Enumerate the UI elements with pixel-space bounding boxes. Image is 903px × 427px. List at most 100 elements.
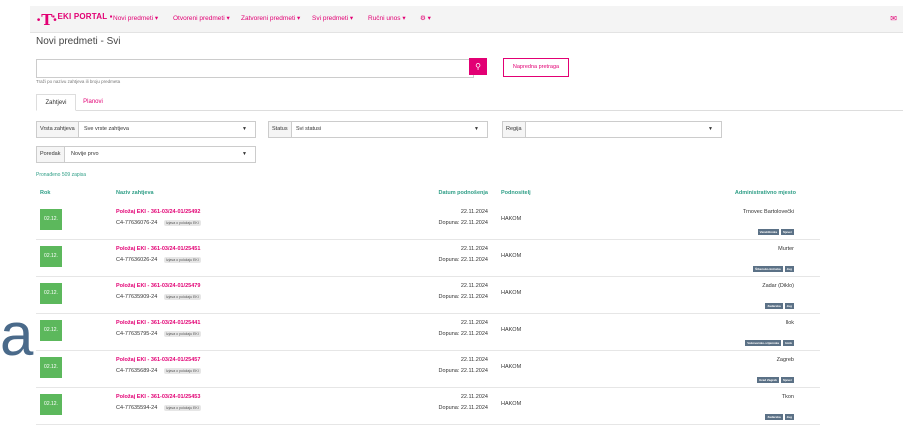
- search-button[interactable]: ⚲: [469, 58, 487, 75]
- results-count: Pronađeno 509 zapisa: [36, 172, 87, 178]
- supplement-date: Dopuna: 22.11.2024: [438, 257, 488, 263]
- submitter: HAKOM: [501, 401, 522, 407]
- request-link[interactable]: Položaj EKI - 361-03/24-01/25451: [116, 246, 200, 252]
- county-badge: Vukovarsko-srijemska: [745, 340, 781, 346]
- tab-zahtjevi[interactable]: Zahtjevi: [36, 94, 76, 111]
- request-type-tag: Izjava o položaju EKI: [164, 405, 201, 411]
- deadline-badge: 02.12.: [40, 283, 62, 304]
- region-badge: Sjever: [780, 377, 794, 383]
- caret-down-icon: ▼: [708, 126, 713, 132]
- tab-planovi[interactable]: Planovi: [76, 94, 110, 109]
- filter-label: Poredak: [37, 147, 65, 162]
- request-code: C4-77636076-24: [116, 220, 158, 226]
- admin-place: Ilok: [785, 320, 794, 326]
- filter-regija[interactable]: Regija ▼: [502, 121, 722, 138]
- menu-zatvoreni-predmeti[interactable]: Zatvoreni predmeti ▾: [241, 14, 300, 22]
- filter-vrsta-zahtjeva[interactable]: Vrsta zahtjeva Sve vrste zahtjeva ▼: [36, 121, 256, 138]
- submit-date: 22.11.2024: [460, 283, 488, 289]
- filter-value: Svi statusi: [296, 126, 322, 132]
- region-badge: Istok: [782, 340, 794, 346]
- filter-poredak[interactable]: Poredak Novije prvo ▼: [36, 146, 256, 163]
- col-header-podnositelj[interactable]: Podnositelj: [501, 190, 531, 196]
- table-row[interactable]: 02.12. Položaj EKI - 361-03/24-01/25453 …: [36, 387, 820, 425]
- deadline-badge: 02.12.: [40, 357, 62, 378]
- filter-value: Novije prvo: [71, 151, 99, 157]
- menu-rucni-unos[interactable]: Ručni unos ▾: [368, 14, 406, 22]
- tab-bar: Zahtjevi Planovi: [36, 94, 903, 111]
- request-code: C4-77635594-24: [116, 405, 158, 411]
- overlay-letter: a: [0, 301, 34, 368]
- request-code: C4-77635909-24: [116, 294, 158, 300]
- region-badges: Zadarska Jug: [763, 405, 794, 423]
- submit-date: 22.11.2024: [460, 209, 488, 215]
- admin-place: Zadar (Diklo): [762, 283, 794, 289]
- request-link[interactable]: Položaj EKI - 361-03/24-01/25492: [116, 209, 200, 215]
- filter-label: Regija: [503, 122, 526, 137]
- region-badge: Jug: [784, 414, 794, 420]
- col-header-naziv[interactable]: Naziv zahtjeva: [116, 190, 154, 196]
- county-badge: Zadarska: [765, 303, 783, 309]
- admin-place: Trnovec Bartolovečki: [742, 209, 794, 215]
- supplement-date: Dopuna: 22.11.2024: [438, 405, 488, 411]
- supplement-date: Dopuna: 22.11.2024: [438, 368, 488, 374]
- request-link[interactable]: Položaj EKI - 361-03/24-01/25453: [116, 394, 200, 400]
- admin-place: Zagreb: [776, 357, 794, 363]
- submit-date: 22.11.2024: [460, 320, 488, 326]
- menu-svi-predmeti[interactable]: Svi predmeti ▾: [312, 14, 353, 22]
- filter-label: Vrsta zahtjeva: [37, 122, 79, 137]
- col-header-rok[interactable]: Rok: [40, 190, 50, 196]
- region-badge: Jug: [784, 303, 794, 309]
- county-badge: Šibensko-kninska: [753, 266, 783, 272]
- search-input[interactable]: [36, 59, 474, 78]
- table-row[interactable]: 02.12. Položaj EKI - 361-03/24-01/25457 …: [36, 350, 820, 388]
- region-badge: Jug: [784, 266, 794, 272]
- col-header-datum[interactable]: Datum podnošenja: [438, 190, 488, 196]
- eki-portal-brand[interactable]: ▪ EKI PORTAL ▪: [52, 12, 113, 21]
- request-type-tag: Izjava o položaju EKI: [164, 331, 201, 337]
- request-link[interactable]: Položaj EKI - 361-03/24-01/25457: [116, 357, 200, 363]
- submitter: HAKOM: [501, 364, 522, 370]
- request-link[interactable]: Položaj EKI - 361-03/24-01/25479: [116, 283, 200, 289]
- filter-status[interactable]: Status Svi statusi ▼: [268, 121, 488, 138]
- table-row[interactable]: 02.12. Položaj EKI - 361-03/24-01/25441 …: [36, 313, 820, 351]
- menu-otvoreni-predmeti[interactable]: Otvoreni predmeti ▾: [173, 14, 230, 22]
- submit-date: 22.11.2024: [460, 357, 488, 363]
- region-badges: Varaždinska Sjever: [756, 220, 794, 238]
- table-row[interactable]: 02.12. Položaj EKI - 361-03/24-01/25479 …: [36, 276, 820, 314]
- county-badge: Grad Zagreb: [757, 377, 779, 383]
- submit-date: 22.11.2024: [460, 246, 488, 252]
- col-header-mjesto[interactable]: Administrativno mjesto: [735, 190, 796, 196]
- mail-icon[interactable]: ✉: [890, 14, 897, 23]
- admin-place: Tkon: [781, 394, 794, 400]
- table-row[interactable]: 02.12. Položaj EKI - 361-03/24-01/25451 …: [36, 239, 820, 277]
- advanced-search-button[interactable]: Napredna pretraga: [503, 58, 569, 77]
- supplement-date: Dopuna: 22.11.2024: [438, 220, 488, 226]
- submit-date: 22.11.2024: [460, 394, 488, 400]
- supplement-date: Dopuna: 22.11.2024: [438, 294, 488, 300]
- county-badge: Zadarska: [765, 414, 783, 420]
- region-badges: Vukovarsko-srijemska Istok: [743, 331, 794, 349]
- submitter: HAKOM: [501, 253, 522, 259]
- caret-down-icon: ▼: [242, 151, 247, 157]
- request-type-tag: Izjava o položaju EKI: [164, 257, 201, 263]
- region-badges: Grad Zagreb Sjever: [755, 368, 794, 386]
- county-badge: Varaždinska: [757, 229, 779, 235]
- deadline-badge: 02.12.: [40, 394, 62, 415]
- caret-down-icon: ▼: [474, 126, 479, 132]
- deadline-badge: 02.12.: [40, 209, 62, 230]
- region-badge: Sjever: [780, 229, 794, 235]
- caret-down-icon: ▼: [242, 126, 247, 132]
- request-type-tag: Izjava o položaju EKI: [164, 368, 201, 374]
- request-type-tag: Izjava o položaju EKI: [164, 294, 201, 300]
- settings-gear-icon[interactable]: ⚙ ▾: [420, 14, 431, 22]
- deadline-badge: 02.12.: [40, 320, 62, 341]
- admin-place: Murter: [778, 246, 794, 252]
- supplement-date: Dopuna: 22.11.2024: [438, 331, 488, 337]
- menu-novi-predmeti[interactable]: Novi predmeti ▾: [113, 14, 158, 22]
- submitter: HAKOM: [501, 290, 522, 296]
- page-title: Novi predmeti - Svi: [36, 36, 121, 47]
- deadline-badge: 02.12.: [40, 246, 62, 267]
- table-row[interactable]: 02.12. Položaj EKI - 361-03/24-01/25492 …: [36, 202, 820, 240]
- request-link[interactable]: Položaj EKI - 361-03/24-01/25441: [116, 320, 200, 326]
- search-hint: Traži po nazivu zahtjeva ili broju predm…: [36, 79, 121, 84]
